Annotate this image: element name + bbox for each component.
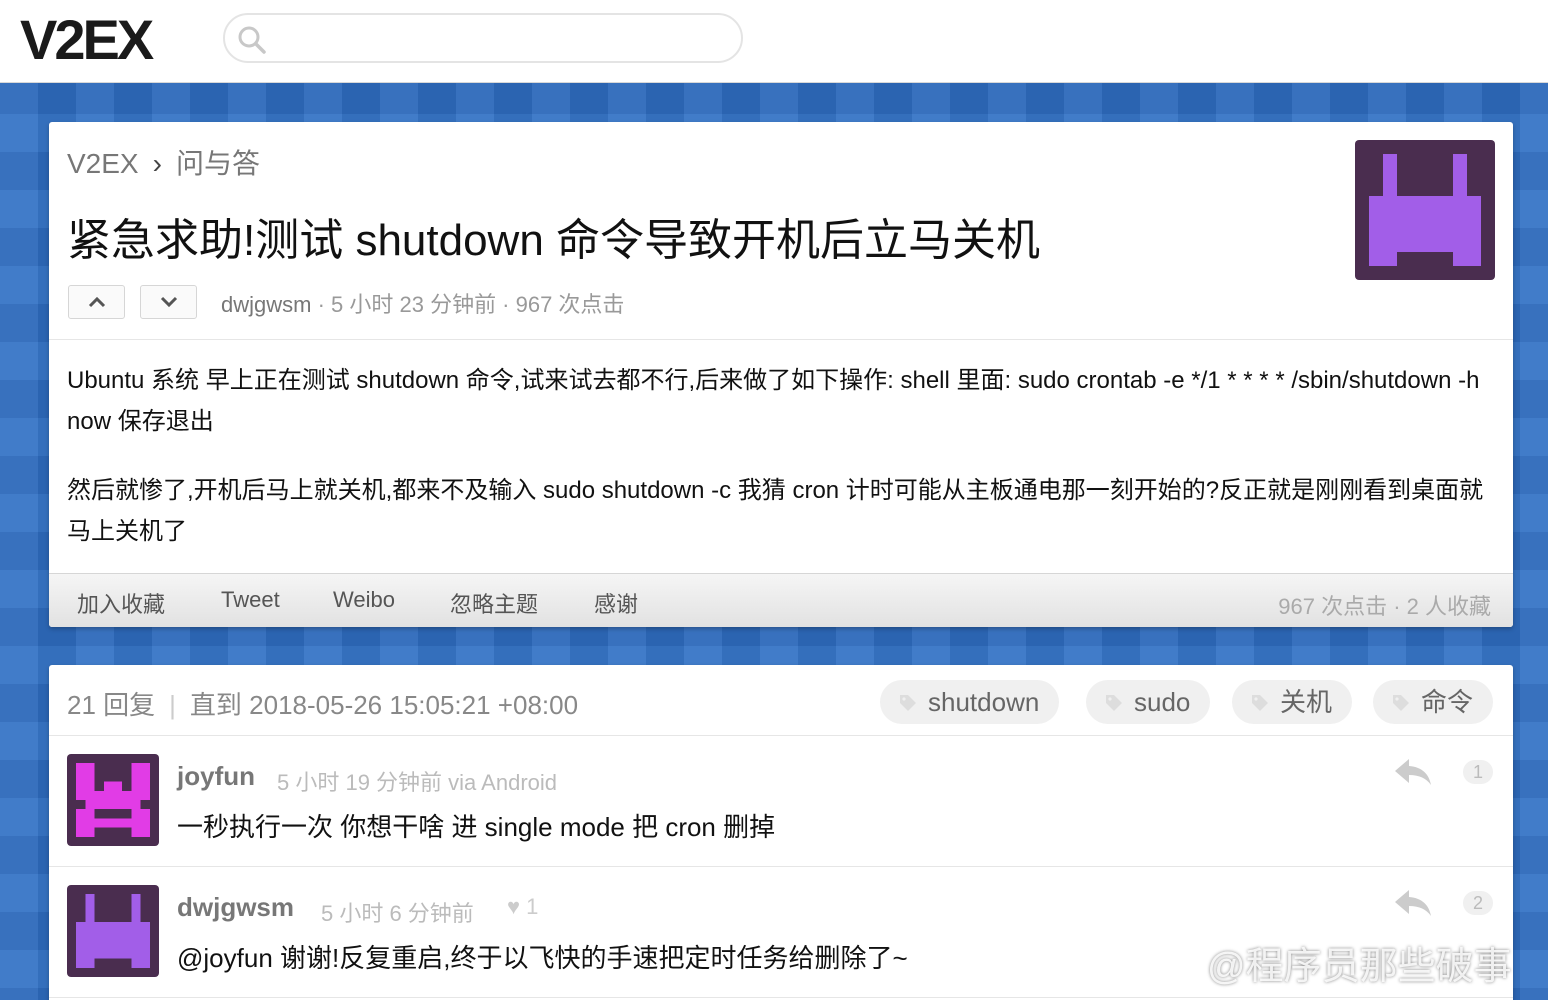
tag-shutdown-cn[interactable]: 关机 bbox=[1232, 680, 1353, 724]
top-bar: V2EX bbox=[0, 0, 1548, 83]
tag-label: sudo bbox=[1134, 687, 1191, 717]
weibo-button[interactable]: Weibo bbox=[333, 587, 395, 613]
reply-time: 5 小时 19 分钟前 via Android bbox=[277, 770, 558, 795]
breadcrumb-separator: › bbox=[152, 148, 162, 179]
favorite-button[interactable]: 加入收藏 bbox=[77, 587, 165, 619]
tag-icon bbox=[1106, 695, 1122, 711]
watermark-text: @程序员那些破事 bbox=[1207, 946, 1512, 988]
site-logo[interactable]: V2EX bbox=[20, 8, 154, 72]
floor-number: 1 bbox=[1463, 760, 1493, 784]
reply-author[interactable]: dwjgwsm bbox=[177, 892, 294, 923]
breadcrumb-node[interactable]: 问与答 bbox=[176, 148, 260, 179]
search-input[interactable] bbox=[223, 13, 743, 63]
replies-header-separator: | bbox=[169, 690, 176, 720]
reply-count: 21 回复 bbox=[67, 690, 156, 720]
downvote-button[interactable] bbox=[140, 285, 197, 319]
tag-label: 命令 bbox=[1421, 687, 1474, 717]
topic-meta: dwjgwsm · 5 小时 23 分钟前 · 967 次点击 bbox=[221, 287, 624, 319]
watermark: @程序员那些破事 bbox=[1145, 935, 1512, 996]
thank-button[interactable]: 感谢 bbox=[594, 587, 638, 619]
tag-label: shutdown bbox=[928, 687, 1040, 717]
author-avatar[interactable] bbox=[1355, 140, 1495, 280]
tweet-button[interactable]: Tweet bbox=[221, 587, 280, 613]
weibo-logo-icon bbox=[1145, 942, 1201, 996]
chevron-up-icon bbox=[88, 296, 106, 308]
tag-shutdown[interactable]: shutdown bbox=[880, 680, 1060, 724]
tag-sudo[interactable]: sudo bbox=[1086, 680, 1211, 724]
reply-item: joyfun 5 小时 19 分钟前 via Android 一秒执行一次 你想… bbox=[49, 735, 1513, 866]
reply-avatar[interactable] bbox=[67, 885, 159, 977]
reply-icon[interactable] bbox=[1393, 757, 1433, 792]
topic-meta-info: · 5 小时 23 分钟前 · 967 次点击 bbox=[311, 292, 625, 317]
reply-time: 5 小时 6 分钟前 bbox=[321, 901, 474, 926]
topic-actions-bar: 加入收藏 Tweet Weibo 忽略主题 感谢 967 次点击 · 2 人收藏 bbox=[49, 573, 1513, 627]
ignore-topic-button[interactable]: 忽略主题 bbox=[450, 587, 538, 619]
topic-stats: 967 次点击 · 2 人收藏 bbox=[1278, 594, 1491, 619]
topic-box: V2EX › 问与答 紧急求助!测试 shutdown 命令导致开机后立马关机 dw… bbox=[49, 122, 1513, 627]
reply-content: @joyfun 谢谢!反复重启,终于以飞快的手速把定时任务给删除了~ bbox=[177, 943, 908, 973]
breadcrumb: V2EX › 问与答 bbox=[67, 142, 260, 182]
topic-author[interactable]: dwjgwsm bbox=[221, 292, 311, 317]
replies-until: 直到 2018-05-26 15:05:21 +08:00 bbox=[189, 690, 579, 720]
breadcrumb-home[interactable]: V2EX bbox=[67, 148, 139, 179]
tag-icon bbox=[1252, 695, 1268, 711]
reply-icon[interactable] bbox=[1393, 888, 1433, 923]
tag-icon bbox=[900, 695, 916, 711]
chevron-down-icon bbox=[160, 296, 178, 308]
like-count: 1 bbox=[526, 894, 539, 919]
tag-label: 关机 bbox=[1280, 687, 1333, 717]
floor-number: 2 bbox=[1463, 891, 1493, 915]
topic-content-p1: Ubuntu 系统 早上正在测试 shutdown 命令,试来试去都不行,后来做… bbox=[67, 367, 1480, 435]
topic-content-p2: 然后就惨了,开机后马上就关机,都来不及输入 sudo shutdown -c 我… bbox=[67, 477, 1484, 545]
upvote-button[interactable] bbox=[68, 285, 125, 319]
divider bbox=[49, 339, 1513, 340]
reply-likes: ♥ 1 bbox=[501, 894, 538, 920]
reply-author[interactable]: joyfun bbox=[177, 761, 255, 792]
reply-content: 一秒执行一次 你想干啥 进 single mode 把 cron 删掉 bbox=[177, 812, 776, 842]
heart-icon: ♥ bbox=[507, 894, 521, 919]
search-icon bbox=[237, 25, 267, 60]
replies-header: 21 回复 | 直到 2018-05-26 15:05:21 +08:00 bbox=[67, 685, 578, 722]
reply-avatar[interactable] bbox=[67, 754, 159, 846]
divider bbox=[49, 997, 1513, 998]
topic-title: 紧急求助!测试 shutdown 命令导致开机后立马关机 bbox=[67, 216, 1041, 265]
tag-command[interactable]: 命令 bbox=[1373, 680, 1494, 724]
tag-icon bbox=[1393, 695, 1409, 711]
